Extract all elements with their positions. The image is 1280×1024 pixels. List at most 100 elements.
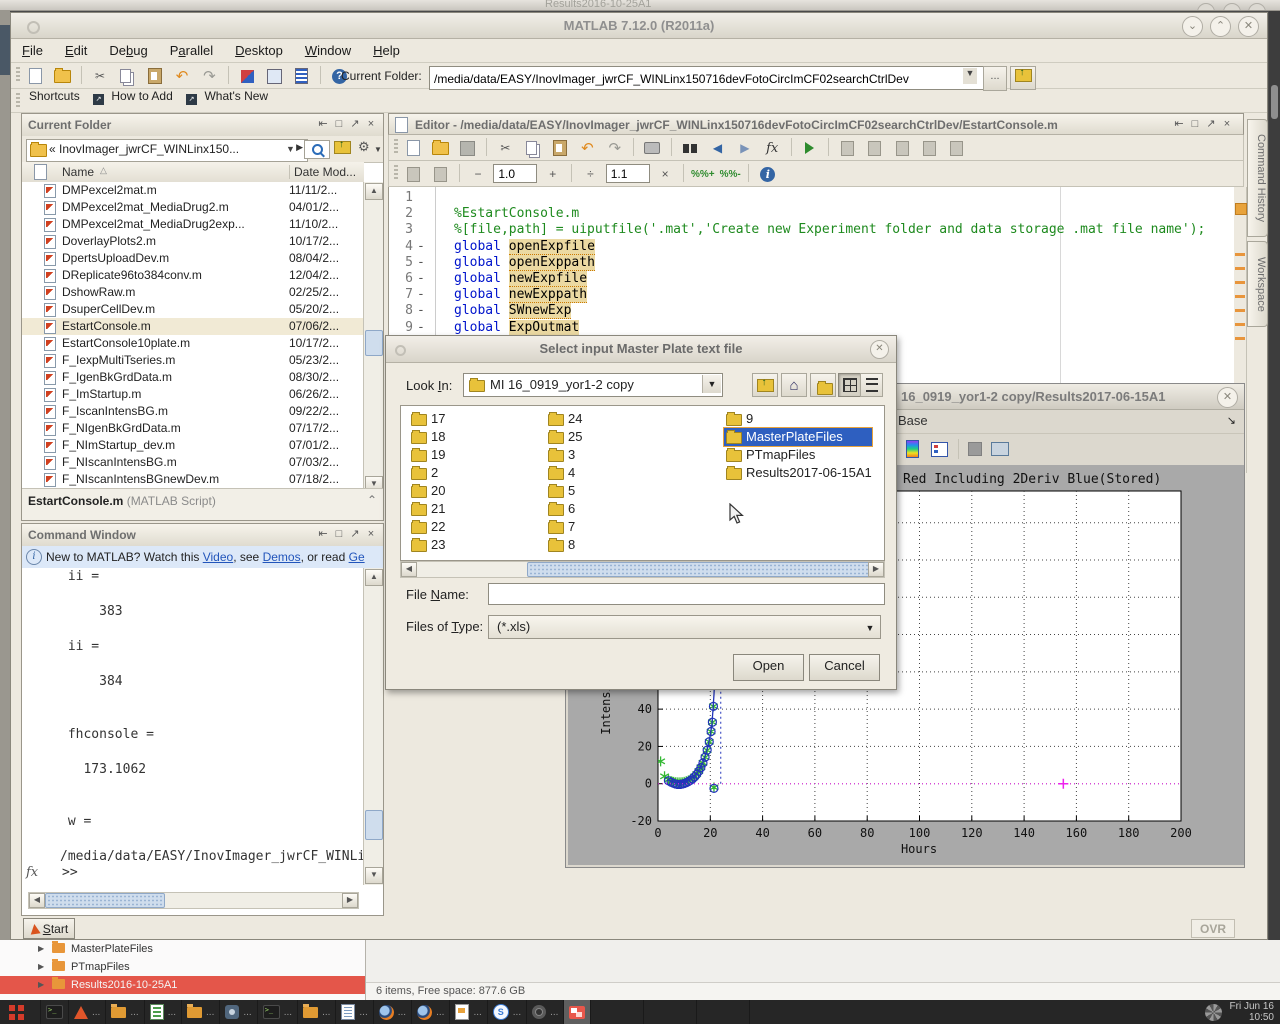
undock-icon[interactable]: ↗ (1203, 117, 1219, 130)
taskbar-item-empty[interactable] (644, 1000, 697, 1024)
command-window-hscrollbar[interactable]: ◀ ▶ (28, 892, 359, 909)
taskbar-item-empty[interactable] (591, 1000, 644, 1024)
figure-menu-arrow-icon[interactable]: ↘ (1227, 414, 1236, 427)
dialog-folder-item[interactable]: 18 (409, 428, 445, 446)
occurrence-marker-icon[interactable] (1235, 309, 1245, 312)
run-icon[interactable] (798, 137, 822, 159)
document-marker-icon[interactable] (1235, 203, 1247, 215)
paste-icon[interactable] (143, 65, 167, 87)
dialog-folder-item[interactable]: 23 (409, 536, 445, 554)
dialog-titlebar[interactable]: Select input Master Plate text file ✕ (386, 336, 896, 363)
file-row[interactable]: DMPexcel2mat_MediaDrug2exp...11/10/2... (22, 216, 364, 233)
combo-dropdown-icon[interactable]: ▼ (702, 375, 721, 393)
code-line[interactable]: 3%[file,path] = uiputfile('.mat','Create… (389, 222, 1234, 238)
find-icon[interactable] (678, 137, 702, 159)
file-row[interactable]: DMPexcel2mat_MediaDrug2.m04/01/2... (22, 199, 364, 216)
taskbar-item-gray-app[interactable]: ... (527, 1000, 564, 1024)
menu-desktop[interactable]: Desktop (224, 39, 294, 58)
close-icon[interactable]: ✕ (1217, 387, 1238, 408)
tree-item[interactable]: ▶MasterPlateFiles (0, 940, 365, 958)
menu-edit[interactable]: Edit (54, 39, 98, 58)
print-icon[interactable] (640, 137, 664, 159)
file-list-column-headers[interactable]: Name △ Date Mod... (22, 162, 364, 183)
go-back-icon[interactable]: ◀ (705, 137, 729, 159)
undock-icon[interactable]: ↗ (347, 527, 363, 540)
cut-icon[interactable]: ✂ (88, 65, 112, 87)
taskbar-item-spreadsheet[interactable]: ... (145, 1000, 182, 1024)
taskbar-item-terminal[interactable]: ... (258, 1000, 298, 1024)
file-row[interactable]: DReplicate96to384conv.m12/04/2... (22, 267, 364, 284)
expand-icon[interactable]: ▶ (38, 958, 44, 976)
dialog-folder-item[interactable]: 21 (409, 500, 445, 518)
close-icon[interactable]: ✕ (870, 340, 889, 359)
simulink-icon[interactable] (235, 65, 259, 87)
close-panel-icon[interactable]: × (1219, 118, 1235, 130)
cell-action-icon[interactable] (863, 137, 887, 159)
dialog-folder-item[interactable]: 7 (546, 518, 582, 536)
gear-icon[interactable] (358, 139, 370, 155)
copy-icon[interactable] (115, 65, 139, 87)
taskbar-item-matlab[interactable]: ... (69, 1000, 106, 1024)
start-button[interactable]: Start (23, 918, 75, 939)
percent-add-icon[interactable]: %%+ (691, 163, 715, 185)
maximize-panel-icon[interactable]: □ (331, 118, 347, 130)
multiply-icon[interactable]: × (653, 163, 677, 185)
file-row[interactable]: DsuperCellDev.m05/20/2... (22, 301, 364, 318)
dialog-folder-item[interactable]: 2 (409, 464, 445, 482)
code-line[interactable]: 9-global ExpOutmat (389, 320, 1234, 336)
dock-icon[interactable]: ⇤ (315, 117, 331, 130)
dialog-folder-item[interactable]: 25 (546, 428, 582, 446)
undo-icon[interactable]: ↶ (575, 137, 599, 159)
banner-link[interactable]: Video (203, 550, 233, 564)
taskbar-item-grid-launcher[interactable] (0, 1000, 41, 1024)
file-row[interactable]: F_NIgenBkGrdData.m07/17/2... (22, 420, 364, 437)
scroll-right-icon[interactable]: ▶ (868, 562, 884, 577)
file-row[interactable]: F_IgenBkGrdData.m08/30/2... (22, 369, 364, 386)
open-file-icon[interactable] (428, 137, 452, 159)
scroll-down-icon[interactable]: ▼ (365, 867, 383, 884)
new-file-icon[interactable] (23, 65, 47, 87)
taskbar-item-document[interactable]: ... (336, 1000, 373, 1024)
open-button[interactable]: Open (733, 654, 804, 681)
undo-icon[interactable]: ↶ (170, 65, 194, 87)
code-line[interactable]: 6-global newExpfile (389, 271, 1234, 287)
file-row[interactable]: F_IexpMultiTseries.m05/23/2... (22, 352, 364, 369)
history-dropdown-icon[interactable]: ▼ (286, 144, 295, 154)
combo-dropdown-icon[interactable]: ▼ (861, 619, 879, 637)
dialog-folder-item[interactable]: 3 (546, 446, 582, 464)
file-row[interactable]: EstartConsole.m07/06/2... (22, 318, 364, 335)
cell-action-icon[interactable] (945, 137, 969, 159)
taskbar-item-presentation[interactable]: ... (450, 1000, 487, 1024)
up-one-level-button[interactable] (752, 373, 778, 397)
menu-debug[interactable]: Debug (98, 39, 158, 58)
occurrence-marker-icon[interactable] (1235, 267, 1245, 270)
expand-icon[interactable]: ▶ (38, 940, 44, 958)
minimize-icon[interactable]: ⌄ (1182, 16, 1203, 37)
code-line[interactable]: 4-global openExpfile (389, 239, 1234, 255)
menu-parallel[interactable]: Parallel (159, 39, 224, 58)
code-line[interactable]: 1 (389, 190, 1234, 206)
look-in-combobox[interactable]: MI 16_0919_yor1-2 copy ▼ (463, 373, 723, 397)
info-icon[interactable]: i (756, 163, 780, 185)
taskbar-item-blue-s[interactable]: S... (488, 1000, 527, 1024)
dialog-folder-item[interactable]: 9 (724, 410, 872, 428)
insert-cell-divider-icon[interactable] (428, 163, 452, 185)
new-file-icon[interactable] (401, 137, 425, 159)
shortcut-how-to-add[interactable]: How to Add (111, 89, 172, 103)
cell-action-icon[interactable] (890, 137, 914, 159)
increase-icon[interactable]: + (541, 163, 565, 185)
new-folder-button[interactable] (810, 373, 836, 397)
path-dropdown-icon[interactable]: ▼ (963, 68, 977, 84)
files-of-type-combobox[interactable]: (*.xls) ▼ (488, 615, 881, 639)
tab-command-history[interactable]: Command History (1247, 119, 1268, 237)
file-row[interactable]: F_ImStartup.m06/26/2... (22, 386, 364, 403)
scroll-right-icon[interactable]: ▶ (342, 893, 358, 908)
file-preview-bar[interactable]: EstartConsole.m (MATLAB Script) ⌃ (22, 488, 383, 520)
scroll-left-icon[interactable]: ◀ (401, 562, 417, 577)
dock-icon[interactable]: ⇤ (1171, 117, 1187, 130)
maximize-icon[interactable]: ⌃ (1210, 16, 1231, 37)
close-icon[interactable]: ✕ (1238, 16, 1259, 37)
menu-window[interactable]: Window (294, 39, 362, 58)
cell-action-icon[interactable] (836, 137, 860, 159)
copy-icon[interactable] (521, 137, 545, 159)
